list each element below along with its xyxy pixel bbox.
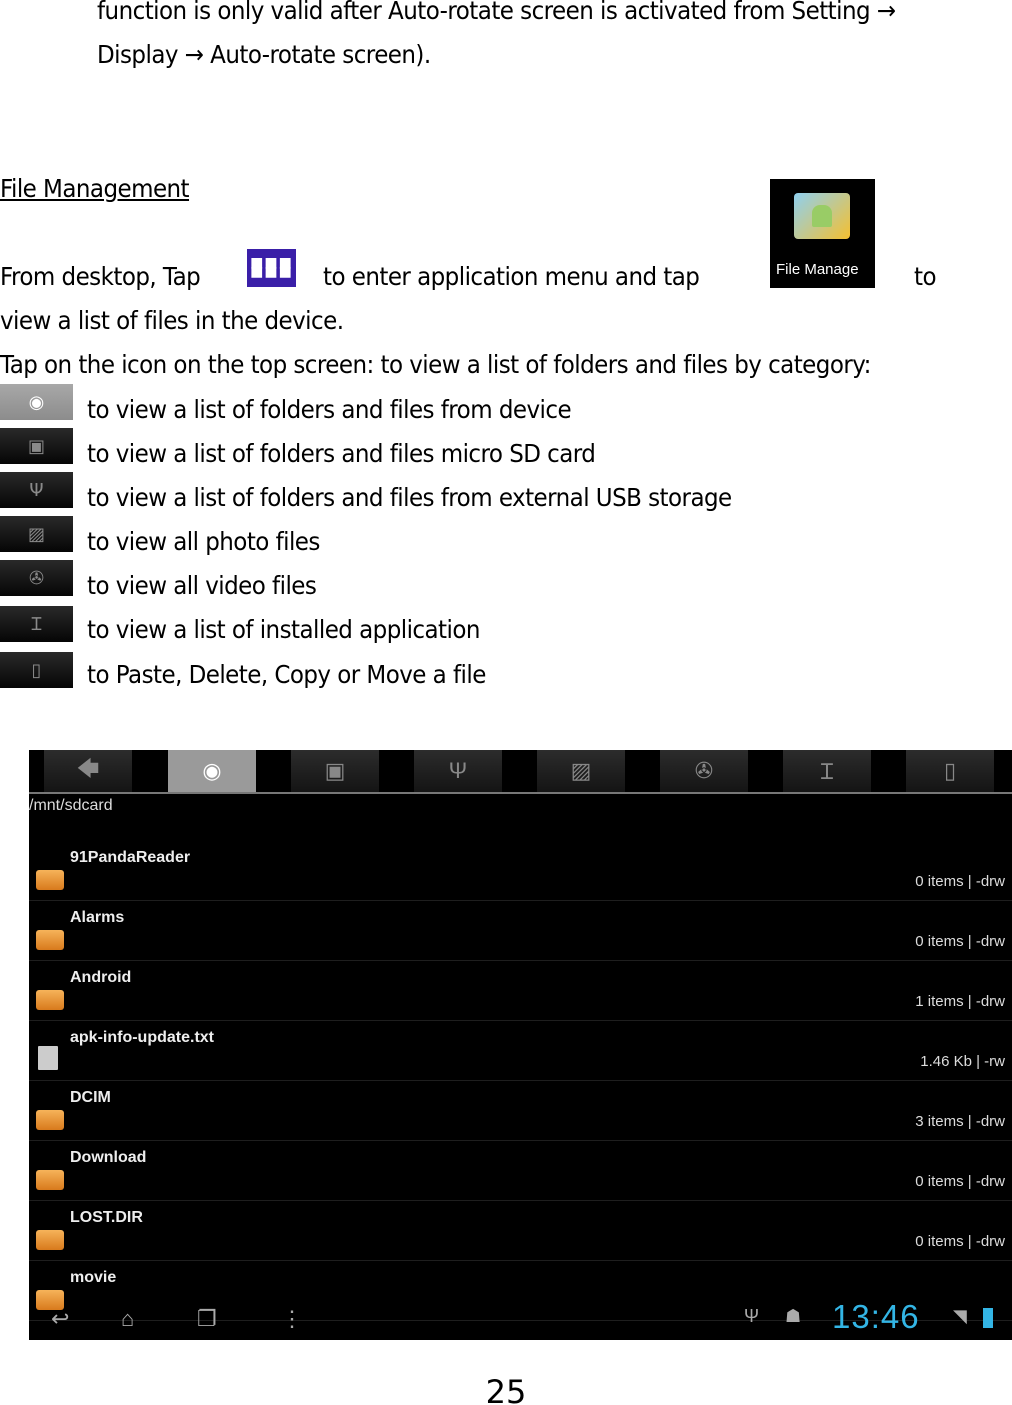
video-icon: ✇ [694,758,714,783]
category-item-text: to view a list of installed application [87,615,480,644]
file-list-row[interactable]: LOST.DIR 0 items | -drw [29,1200,1012,1261]
folder-icon [36,930,64,950]
file-meta: 0 items | -drw [915,1233,1005,1250]
file-name: 91PandaReader [70,849,191,866]
usb-icon: Ψ [0,472,73,508]
device-tab[interactable]: ◉ [168,750,256,792]
file-name: DCIM [70,1089,111,1106]
file-list-row[interactable]: apk-info-update.txt 1.46 Kb | -rw [29,1020,1012,1081]
current-path: /mnt/sdcard [29,797,113,814]
page-number: 25 [485,1373,527,1405]
category-item-text: to view a list of folders and files from… [87,483,732,512]
file-name: LOST.DIR [70,1209,143,1226]
text-file-icon [38,1046,58,1070]
category-item-text: to view all video files [87,571,317,600]
wrench-icon: Ɪ [820,759,834,784]
file-list-row[interactable]: Alarms 0 items | -drw [29,900,1012,961]
intro-line-1: function is only valid after Auto-rotate… [97,0,896,25]
file-manager-screenshot: 🡄 ◉ ▣ Ψ ▨ ✇ Ɪ ▯ /mnt/sdcard 91PandaReade… [29,750,1012,1340]
battery-icon [983,1308,993,1328]
file-meta: 0 items | -drw [915,873,1005,890]
para1-part2: to enter application menu and tap [323,262,700,291]
section-heading: File Management [0,174,190,203]
file-name: Alarms [70,909,125,926]
photo-icon: ▨ [0,516,73,552]
recent-apps-icon[interactable]: ❐ [197,1306,217,1332]
file-meta: 1.46 Kb | -rw [920,1053,1005,1070]
home-nav-icon[interactable]: ⌂ [121,1306,134,1332]
category-item-text: to Paste, Delete, Copy or Move a file [87,660,486,689]
file-ops-tab[interactable]: ▯ [906,750,994,792]
back-arrow-icon: 🡄 [76,756,100,781]
photo-tab[interactable]: ▨ [537,750,625,792]
intro-line-2: Display → Auto-rotate screen). [97,40,431,69]
file-meta: 3 items | -drw [915,1113,1005,1130]
sd-card-icon: ▣ [324,758,346,783]
back-nav-icon[interactable]: ↩ [51,1306,69,1332]
folder-icon [36,1170,64,1190]
back-tab[interactable]: 🡄 [44,750,132,792]
file-manager-app-icon: File Manage [770,179,875,288]
photo-icon: ▨ [570,758,592,783]
device-icon: ◉ [0,384,73,420]
para1-part3: to [914,262,937,291]
sd-card-tab[interactable]: ▣ [291,750,379,792]
file-name: Download [70,1149,147,1166]
video-tab[interactable]: ✇ [660,750,748,792]
tab-divider [29,792,1012,794]
menu-icon[interactable]: ⋮ [281,1306,303,1332]
usb-icon: Ψ [448,758,468,783]
file-list-row[interactable]: 91PandaReader 0 items | -drw [29,840,1012,901]
app-menu-icon: ■■■ ■■■ [247,249,296,287]
wrench-icon: Ɪ [0,606,73,642]
file-list-row[interactable]: Android 1 items | -drw [29,960,1012,1021]
file-name: apk-info-update.txt [70,1029,214,1046]
video-icon: ✇ [0,560,73,596]
file-manager-label: File Manage [776,261,859,278]
android-debug-icon: ☗ [785,1306,802,1326]
file-list-row[interactable]: Download 0 items | -drw [29,1140,1012,1201]
category-item-text: to view a list of folders and files from… [87,395,572,424]
para1-line2: view a list of files in the device. [0,306,344,335]
file-name: movie [70,1269,117,1286]
file-icon: ▯ [0,652,73,688]
category-item-text: to view all photo files [87,527,320,556]
para2: Tap on the icon on the top screen: to vi… [0,350,871,379]
file-list-row[interactable]: DCIM 3 items | -drw [29,1080,1012,1141]
apps-tab[interactable]: Ɪ [783,750,871,792]
folder-icon [36,1110,64,1130]
device-icon: ◉ [202,758,222,783]
usb-tab[interactable]: Ψ [414,750,502,792]
category-item-text: to view a list of folders and files micr… [87,439,596,468]
file-icon: ▯ [943,758,957,783]
file-meta: 0 items | -drw [915,933,1005,950]
manual-page: function is only valid after Auto-rotate… [0,0,1012,1405]
folder-icon [36,990,64,1010]
folder-icon [36,1230,64,1250]
wifi-icon: ◥ [953,1306,967,1326]
folder-android-icon [794,193,850,239]
status-clock: 13:46 [832,1298,920,1335]
sd-card-icon: ▣ [0,428,73,464]
file-meta: 0 items | -drw [915,1173,1005,1190]
file-name: Android [70,969,132,986]
folder-icon [36,870,64,890]
para1-part1: From desktop, Tap [0,262,201,291]
file-meta: 1 items | -drw [915,993,1005,1010]
usb-status-icon: Ψ [744,1306,760,1326]
